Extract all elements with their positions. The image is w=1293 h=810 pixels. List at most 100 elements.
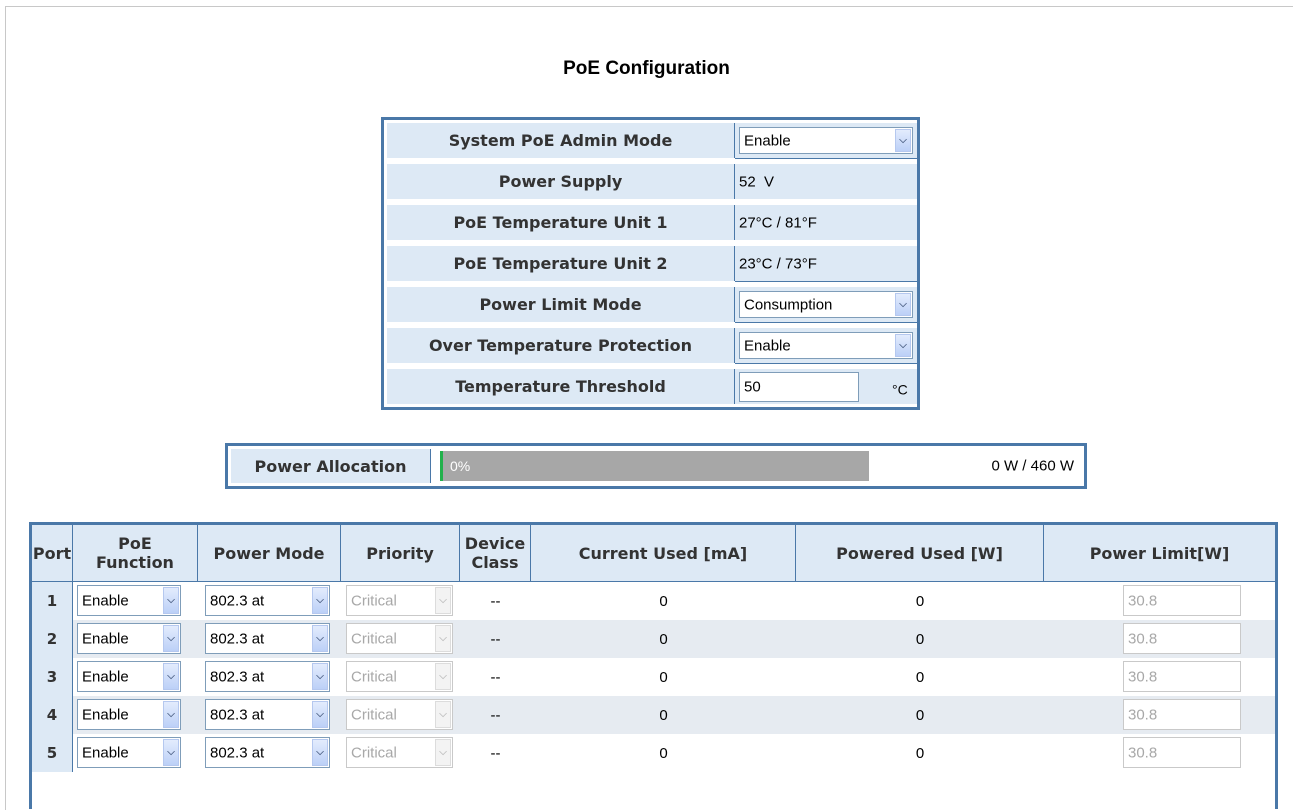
poe-function-select[interactable]: Enable ⌵ [77, 661, 181, 692]
power-limit-cell: 30.8 [1044, 734, 1275, 772]
port-number: 3 [32, 658, 73, 696]
power-supply-row: Power Supply 52 V [384, 161, 917, 199]
current-used-value: 0 [531, 620, 796, 658]
power-limit-input[interactable]: 30.8 [1123, 699, 1241, 730]
current-used-value: 0 [531, 696, 796, 734]
temp-unit1-label: PoE Temperature Unit 1 [387, 205, 735, 240]
table-row: 4 Enable ⌵ 802.3 at ⌵ Critical ⌵ -- 0 0 30.8 [32, 696, 1275, 734]
power-supply-cell: 52 V [735, 164, 917, 199]
current-used-value: 0 [659, 744, 668, 762]
page-title: PoE Configuration [563, 58, 730, 79]
power-allocation-total: 0 W / 460 W [991, 457, 1074, 475]
poe-function-value: Enable [82, 668, 129, 685]
port-number: 1 [32, 582, 73, 620]
temp-threshold-cell: 50 °C [735, 369, 917, 404]
power-mode-cell: 802.3 at ⌵ [198, 582, 341, 620]
power-mode-value: 802.3 at [210, 630, 265, 647]
power-limit-input[interactable]: 30.8 [1123, 661, 1241, 692]
header-device-class-line2: Class [471, 553, 519, 572]
priority-cell: Critical ⌵ [341, 582, 460, 620]
powered-used-value: 0 [796, 620, 1044, 658]
temp-unit2-value: 23°C / 73°F [739, 255, 817, 272]
power-mode-cell: 802.3 at ⌵ [198, 658, 341, 696]
poe-function-select[interactable]: Enable ⌵ [77, 623, 181, 654]
temp-unit2-label: PoE Temperature Unit 2 [387, 246, 735, 281]
over-temp-value: Enable [744, 337, 791, 354]
power-supply-label: Power Supply [387, 164, 735, 199]
poe-function-cell: Enable ⌵ [73, 696, 198, 734]
power-limit-value: 30.8 [1128, 706, 1158, 723]
power-mode-select[interactable]: 802.3 at ⌵ [205, 737, 330, 768]
power-limit-input[interactable]: 30.8 [1123, 623, 1241, 654]
header-poe-function-line2: Function [96, 553, 174, 572]
temp-threshold-label: Temperature Threshold [387, 369, 735, 404]
power-mode-select[interactable]: 802.3 at ⌵ [205, 623, 330, 654]
power-mode-select[interactable]: 802.3 at ⌵ [205, 661, 330, 692]
device-class-value: -- [490, 592, 501, 610]
header-device-class-line1: Device [464, 534, 526, 553]
priority-cell: Critical ⌵ [341, 620, 460, 658]
priority-value: Critical [351, 630, 397, 647]
power-limit-cell: 30.8 [1044, 582, 1275, 620]
current-used-value: 0 [659, 592, 668, 610]
power-allocation-fill [440, 451, 443, 481]
temp-threshold-value: 50 [744, 378, 761, 396]
poe-function-select[interactable]: Enable ⌵ [77, 737, 181, 768]
chevron-down-icon: ⌵ [312, 701, 328, 728]
poe-function-select[interactable]: Enable ⌵ [77, 699, 181, 730]
chevron-down-icon: ⌵ [435, 739, 451, 766]
port-number: 5 [32, 734, 73, 772]
table-row: 2 Enable ⌵ 802.3 at ⌵ Critical ⌵ -- 0 0 30.8 [32, 620, 1275, 658]
admin-mode-cell: Enable ⌵ [735, 123, 917, 159]
power-limit-cell: 30.8 [1044, 696, 1275, 734]
header-powered-used: Powered Used [W] [796, 525, 1044, 582]
power-limit-input[interactable]: 30.8 [1123, 585, 1241, 616]
admin-mode-row: System PoE Admin Mode Enable ⌵ [384, 120, 917, 159]
power-limit-mode-select[interactable]: Consumption ⌵ [739, 291, 913, 318]
power-limit-mode-cell: Consumption ⌵ [735, 287, 917, 323]
power-mode-cell: 802.3 at ⌵ [198, 734, 341, 772]
table-row: 5 Enable ⌵ 802.3 at ⌵ Critical ⌵ -- 0 0 30.8 [32, 734, 1275, 772]
chevron-down-icon: ⌵ [435, 625, 451, 652]
power-limit-mode-value: Consumption [744, 296, 833, 313]
device-class-value: -- [490, 744, 501, 762]
priority-cell: Critical ⌵ [341, 658, 460, 696]
header-power-mode: Power Mode [198, 525, 341, 582]
power-supply-value: 52 V [739, 173, 775, 190]
priority-select[interactable]: Critical ⌵ [346, 661, 453, 692]
over-temp-select[interactable]: Enable ⌵ [739, 332, 913, 359]
priority-value: Critical [351, 668, 397, 685]
priority-value: Critical [351, 744, 397, 761]
temp-unit2-row: PoE Temperature Unit 2 23°C / 73°F [384, 243, 917, 282]
power-limit-cell: 30.8 [1044, 658, 1275, 696]
device-class-value: -- [490, 668, 501, 686]
admin-mode-label: System PoE Admin Mode [387, 123, 735, 158]
power-mode-value: 802.3 at [210, 706, 265, 723]
over-temp-cell: Enable ⌵ [735, 328, 917, 364]
power-limit-value: 30.8 [1128, 668, 1158, 685]
current-used-value: 0 [659, 668, 668, 686]
header-port: Port [32, 525, 73, 582]
header-poe-function: PoE Function [73, 525, 198, 582]
priority-select[interactable]: Critical ⌵ [346, 737, 453, 768]
priority-select[interactable]: Critical ⌵ [346, 699, 453, 730]
chevron-down-icon: ⌵ [435, 663, 451, 690]
port-table: Port PoE Function Power Mode Priority Dev… [29, 522, 1278, 809]
power-allocation-bar: 0% [440, 451, 869, 481]
priority-select[interactable]: Critical ⌵ [346, 623, 453, 654]
power-limit-input[interactable]: 30.8 [1123, 737, 1241, 768]
over-temp-row: Over Temperature Protection Enable ⌵ [384, 325, 917, 364]
port-table-header: Port PoE Function Power Mode Priority Dev… [32, 525, 1275, 582]
poe-function-select[interactable]: Enable ⌵ [77, 585, 181, 616]
temp-unit1-value: 27°C / 81°F [739, 214, 817, 231]
temp-threshold-input[interactable]: 50 [739, 372, 859, 402]
power-mode-select[interactable]: 802.3 at ⌵ [205, 585, 330, 616]
priority-select[interactable]: Critical ⌵ [346, 585, 453, 616]
header-current-used: Current Used [mA] [531, 525, 796, 582]
admin-mode-select[interactable]: Enable ⌵ [739, 127, 913, 154]
temp-threshold-unit: °C [892, 380, 908, 397]
chevron-down-icon: ⌵ [312, 663, 328, 690]
power-mode-value: 802.3 at [210, 592, 265, 609]
power-mode-select[interactable]: 802.3 at ⌵ [205, 699, 330, 730]
power-allocation: Power Allocation 0% 0 W / 460 W [225, 443, 1087, 489]
